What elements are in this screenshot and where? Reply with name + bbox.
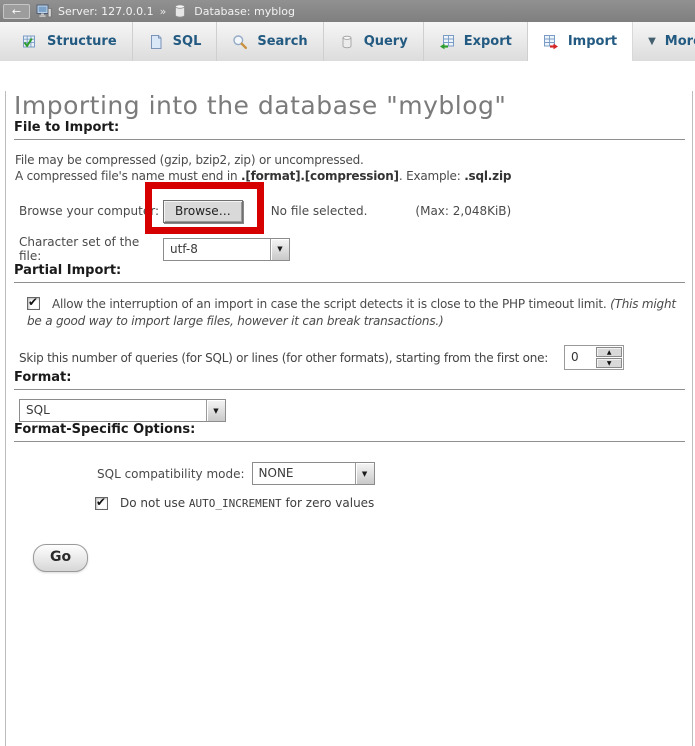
allow-interruption-checkbox[interactable]: ✔ xyxy=(27,297,40,310)
checkmark-icon: ✔ xyxy=(28,295,38,309)
section-partial-import: Partial Import: ✔ Allow the interruption … xyxy=(14,263,686,370)
page-title: Importing into the database "myblog" xyxy=(14,91,686,120)
allow-interruption-label: Allow the interruption of an import in c… xyxy=(52,297,610,311)
tab-label: More xyxy=(665,34,695,49)
import-page: Importing into the database "myblog" Fil… xyxy=(5,91,693,746)
compression-note-line1: File may be compressed (gzip, bzip2, zip… xyxy=(15,153,364,167)
structure-icon xyxy=(22,34,38,50)
charset-label: Character set of the file: xyxy=(19,235,163,263)
format-compression-pattern: .[format].[compression] xyxy=(241,169,399,183)
tab-label: Export xyxy=(464,34,512,49)
tab-more[interactable]: ▼ More xyxy=(633,22,695,61)
file-to-import-heading: File to Import: xyxy=(14,120,685,140)
section-format-specific-options: Format-Specific Options: SQL compatibili… xyxy=(14,422,686,510)
example-label: . Example: xyxy=(399,169,464,183)
chevron-down-icon: ▼ xyxy=(648,36,656,47)
server-icon xyxy=(36,3,52,19)
tab-bar: Structure SQL Search Query Export Import… xyxy=(0,22,695,61)
tab-structure[interactable]: Structure xyxy=(7,22,133,61)
tab-import[interactable]: Import xyxy=(528,22,633,61)
sql-icon xyxy=(148,34,164,50)
section-file-to-import: File to Import: File may be compressed (… xyxy=(14,120,686,263)
back-button[interactable]: ← xyxy=(3,4,30,19)
allow-interruption-row: ✔ Allow the interruption of an import in … xyxy=(27,296,686,330)
export-icon xyxy=(439,34,455,50)
query-icon xyxy=(339,34,355,50)
breadcrumb-separator: » xyxy=(160,5,167,18)
tab-query[interactable]: Query xyxy=(324,22,424,61)
tab-sql[interactable]: SQL xyxy=(133,22,218,61)
sql-compatibility-row: SQL compatibility mode: NONE ▼ xyxy=(19,462,686,485)
breadcrumb-database[interactable]: Database: myblog xyxy=(194,5,295,18)
skip-queries-stepper[interactable]: 0 ▲ ▼ xyxy=(564,345,624,370)
format-row: SQL ▼ xyxy=(19,399,686,422)
example-extension: .sql.zip xyxy=(464,169,511,183)
tab-label: Structure xyxy=(47,34,117,49)
database-icon xyxy=(172,3,188,19)
browse-label: Browse your computer: xyxy=(19,204,163,218)
charset-select[interactable]: utf-8 ▼ xyxy=(163,238,290,261)
back-arrow-icon: ← xyxy=(12,6,21,17)
chevron-down-icon[interactable]: ▼ xyxy=(206,400,225,421)
auto-increment-row: ✔ Do not use AUTO_INCREMENT for zero valu… xyxy=(19,496,686,510)
tab-export[interactable]: Export xyxy=(424,22,528,61)
auto-increment-label: Do not use AUTO_INCREMENT for zero value… xyxy=(120,496,374,510)
format-specific-options-heading: Format-Specific Options: xyxy=(14,422,685,442)
tab-label: SQL xyxy=(173,34,202,49)
browse-button[interactable]: Browse… xyxy=(163,200,243,223)
partial-import-heading: Partial Import: xyxy=(14,263,685,283)
import-icon xyxy=(543,34,559,50)
tab-label: Import xyxy=(568,34,617,49)
auto-increment-code: AUTO_INCREMENT xyxy=(189,497,282,510)
checkmark-icon: ✔ xyxy=(96,495,106,509)
stepper-down-icon[interactable]: ▼ xyxy=(596,358,622,368)
sql-compatibility-label: SQL compatibility mode: xyxy=(97,467,245,481)
charset-row: Character set of the file: utf-8 ▼ xyxy=(19,235,686,263)
compression-note: File may be compressed (gzip, bzip2, zip… xyxy=(15,152,686,184)
charset-selected-value: utf-8 xyxy=(164,239,270,260)
sql-compatibility-select[interactable]: NONE ▼ xyxy=(252,462,375,485)
tab-label: Search xyxy=(257,34,307,49)
format-heading: Format: xyxy=(14,370,685,390)
breadcrumb-bar: ← Server: 127.0.0.1 » Database: myblog xyxy=(0,0,695,22)
format-select[interactable]: SQL ▼ xyxy=(19,399,226,422)
skip-queries-value: 0 xyxy=(565,346,595,369)
sql-compatibility-value: NONE xyxy=(253,463,355,484)
stepper-up-icon[interactable]: ▲ xyxy=(596,347,622,357)
search-icon xyxy=(232,34,248,50)
auto-increment-checkbox[interactable]: ✔ xyxy=(95,497,108,510)
no-file-selected-text: No file selected. xyxy=(271,204,368,218)
format-selected-value: SQL xyxy=(20,400,206,421)
skip-queries-label: Skip this number of queries (for SQL) or… xyxy=(19,351,548,365)
section-format: Format: SQL ▼ xyxy=(14,370,686,422)
breadcrumb-server[interactable]: Server: 127.0.0.1 xyxy=(58,5,154,18)
compression-note-line2: A compressed file's name must end in xyxy=(15,169,241,183)
max-upload-size: (Max: 2,048KiB) xyxy=(415,204,511,218)
skip-queries-row: Skip this number of queries (for SQL) or… xyxy=(19,345,686,370)
chevron-down-icon[interactable]: ▼ xyxy=(270,239,289,260)
tab-label: Query xyxy=(364,34,408,49)
browse-file-row: Browse your computer: Browse… No file se… xyxy=(19,198,686,224)
tab-search[interactable]: Search xyxy=(217,22,323,61)
go-button[interactable]: Go xyxy=(33,544,88,572)
submit-row: Go xyxy=(14,544,686,572)
chevron-down-icon[interactable]: ▼ xyxy=(355,463,374,484)
